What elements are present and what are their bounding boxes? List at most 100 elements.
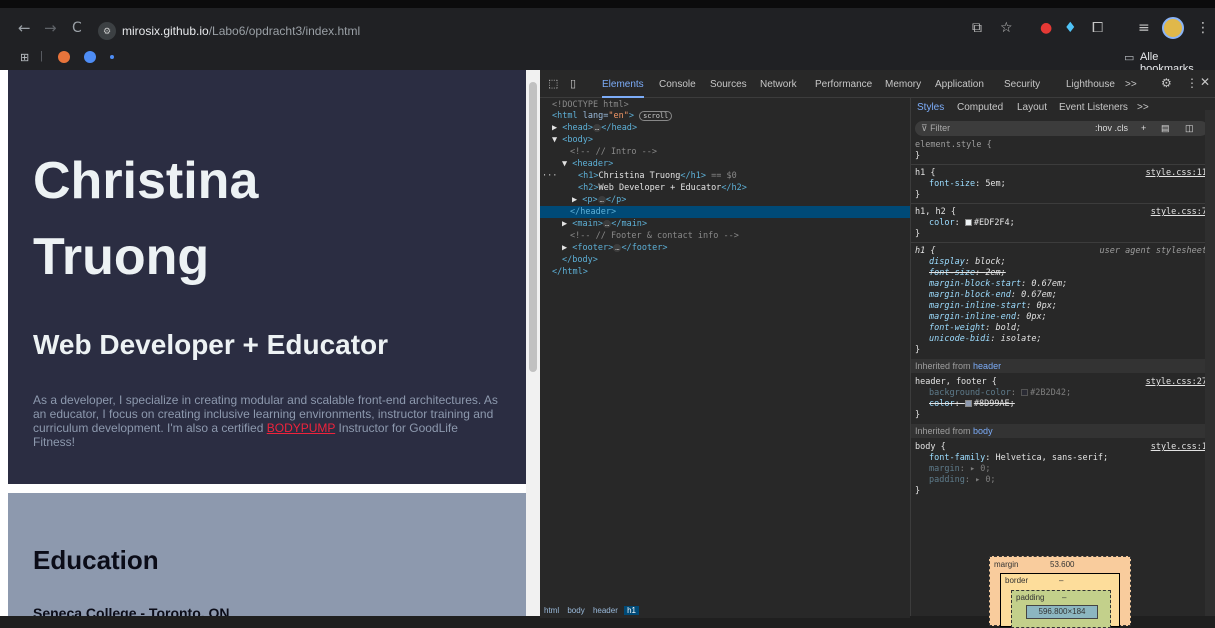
profile-avatar[interactable] <box>1162 17 1184 39</box>
rule3-selector[interactable]: h1 { <box>915 246 935 257</box>
tab-security[interactable]: Security <box>1004 79 1040 90</box>
tab-console[interactable]: Console <box>659 79 696 90</box>
bookmark-3-icon[interactable] <box>110 55 114 59</box>
forward-button[interactable]: → <box>44 20 57 36</box>
scroll-badge[interactable]: scroll <box>639 111 673 121</box>
scrollbar-thumb[interactable] <box>529 82 537 372</box>
dom-header-close[interactable]: </header> <box>570 207 616 219</box>
device-toolbar-icon[interactable]: ▯ <box>570 77 576 90</box>
rule5-selector[interactable]: body { <box>915 442 946 453</box>
tab-network[interactable]: Network <box>760 79 797 90</box>
bm-padding-box: padding – 596.800×184 <box>1011 590 1111 628</box>
rule2-selector[interactable]: h1, h2 { <box>915 207 956 218</box>
crumb-body[interactable]: body <box>567 606 584 615</box>
translate-icon[interactable]: ⧉ <box>972 20 982 36</box>
crumb-html[interactable]: html <box>544 606 559 615</box>
element-style-selector[interactable]: element.style { <box>915 140 992 151</box>
rule2-prop: color <box>929 218 955 228</box>
dom-h1-selected[interactable]: <h1>Christina Truong</h1> == $0 <box>578 171 737 183</box>
page-subtitle: Web Developer + Educator <box>33 329 389 360</box>
dom-html-tag: html <box>557 111 578 121</box>
bookmark-1-icon[interactable] <box>58 51 70 63</box>
dom-p[interactable]: ▶ <p>… </p> <box>572 195 626 207</box>
dom-body[interactable]: ▼ <body> <box>552 135 593 147</box>
dom-main[interactable]: ▶ <main>… </main> <box>562 219 647 231</box>
education-section: Education Seneca College - Toronto, ON <box>8 493 526 616</box>
dom-header-close-tag: header <box>580 207 611 217</box>
dom-body-close[interactable]: </body> <box>562 255 598 267</box>
inherited-header-link[interactable]: header <box>973 361 1001 371</box>
url-host: mirosix.github.io <box>122 24 209 38</box>
page-scrollbar[interactable] <box>526 70 540 616</box>
sidebar-toggle-icon[interactable]: ◫ <box>1185 121 1194 136</box>
menu-icon[interactable]: ⋮ <box>1196 20 1210 36</box>
tab-elements[interactable]: Elements <box>602 79 644 98</box>
rule4-source-link[interactable]: style.css:27 <box>1146 377 1207 388</box>
tab-application[interactable]: Application <box>935 79 984 90</box>
devtools-menu-icon[interactable]: ⋮ <box>1186 76 1198 90</box>
bm-margin-value[interactable]: 53.600 <box>1050 559 1074 570</box>
tab-lighthouse[interactable]: Lighthouse <box>1066 79 1115 90</box>
dom-footer[interactable]: ▶ <footer>… </footer> <box>562 243 668 255</box>
rule4-decl-bg: background-color: #2B2D42; <box>929 388 1072 398</box>
tab-styles[interactable]: Styles <box>917 102 944 113</box>
new-rule-icon[interactable]: + <box>1141 121 1146 136</box>
rule4-decl-color-overridden[interactable]: color: #8D99AE; <box>929 399 1015 410</box>
dom-html[interactable]: <html lang="en"> scroll <box>552 111 673 123</box>
inherited-body-link[interactable]: body <box>973 426 993 436</box>
crumb-h1[interactable]: h1 <box>624 606 640 615</box>
dom-comment-footer[interactable]: <!-- // Footer & contact info --> <box>570 231 739 243</box>
rule1-decl[interactable]: font-size: 5em; <box>929 179 1006 190</box>
rule4-selector[interactable]: header, footer { <box>915 377 997 388</box>
rule2-source-link[interactable]: style.css:7 <box>1151 207 1207 218</box>
color-swatch[interactable] <box>964 219 972 226</box>
dom-head-tag: head <box>567 123 588 133</box>
dom-html-close[interactable]: </html> <box>552 267 588 279</box>
settings-gear-icon[interactable]: ⚙ <box>1161 76 1172 90</box>
apps-grid-icon[interactable]: ⊞ <box>20 51 29 64</box>
more-tabs-button[interactable]: >> <box>1125 79 1137 90</box>
reload-button[interactable]: C <box>72 20 82 36</box>
crumb-header[interactable]: header <box>593 606 618 615</box>
bookmark-star-icon[interactable]: ☆ <box>1000 20 1013 36</box>
dom-node-actions-icon[interactable]: ··· <box>542 171 557 183</box>
tab-sources[interactable]: Sources <box>710 79 747 90</box>
bookmark-2-icon[interactable] <box>84 51 96 63</box>
dom-h2[interactable]: <h2>Web Developer + Educator</h2> <box>578 183 747 195</box>
close-devtools-icon[interactable]: ✕ <box>1200 75 1210 89</box>
rule2-decl[interactable]: color: #EDF2F4; <box>929 218 1015 229</box>
styles-scrollbar[interactable] <box>1205 110 1215 616</box>
reading-list-icon[interactable]: ≡ <box>1138 20 1150 36</box>
bodypump-link[interactable]: BODYPUMP <box>267 421 335 435</box>
dom-header[interactable]: ▼ <header> <box>562 159 613 171</box>
bm-border-value[interactable]: – <box>1059 575 1063 586</box>
tab-performance[interactable]: Performance <box>815 79 872 90</box>
bm-padding-value[interactable]: – <box>1062 592 1066 603</box>
dom-header-tag: header <box>577 159 609 169</box>
back-button[interactable]: ← <box>18 20 31 36</box>
tab-event-listeners[interactable]: Event Listeners <box>1059 102 1128 113</box>
inspect-element-icon[interactable]: ⬚ <box>548 77 558 90</box>
rule5-decl-font-family[interactable]: font-family: Helvetica, sans-serif; <box>929 453 1108 464</box>
rule1-val: 5em; <box>985 179 1006 189</box>
rule1-source-link[interactable]: style.css:11 <box>1146 168 1207 179</box>
extensions-puzzle-icon[interactable]: ⧠ <box>1092 20 1103 36</box>
address-bar[interactable]: ⚙ mirosix.github.io/Labo6/opdracht3/inde… <box>98 19 958 43</box>
site-info-icon[interactable]: ⚙ <box>98 22 116 40</box>
tab-layout[interactable]: Layout <box>1017 102 1047 113</box>
more-style-tabs[interactable]: >> <box>1137 102 1149 113</box>
dom-lang-attr: lang <box>582 111 604 121</box>
paint-icon[interactable]: ▤ <box>1161 121 1170 136</box>
dom-head[interactable]: ▶ <head>… </head> <box>552 123 637 135</box>
bm-content-size[interactable]: 596.800×184 <box>1026 605 1098 619</box>
dom-comment-intro[interactable]: <!-- // Intro --> <box>570 147 657 159</box>
tab-memory[interactable]: Memory <box>885 79 921 90</box>
hov-cls-toggle[interactable]: :hov .cls <box>1095 121 1128 136</box>
rule5-source-link[interactable]: style.css:1 <box>1151 442 1207 453</box>
extension-blue-icon[interactable]: ♦ <box>1064 20 1077 36</box>
styles-filter-input[interactable]: ⊽ Filter :hov .cls + ▤ ◫ <box>915 121 1208 136</box>
rule1-selector[interactable]: h1 { <box>915 168 935 179</box>
extension-red-icon[interactable]: ● <box>1040 20 1052 36</box>
tab-computed[interactable]: Computed <box>957 102 1003 113</box>
dom-doctype[interactable]: <!DOCTYPE html> <box>552 100 629 112</box>
